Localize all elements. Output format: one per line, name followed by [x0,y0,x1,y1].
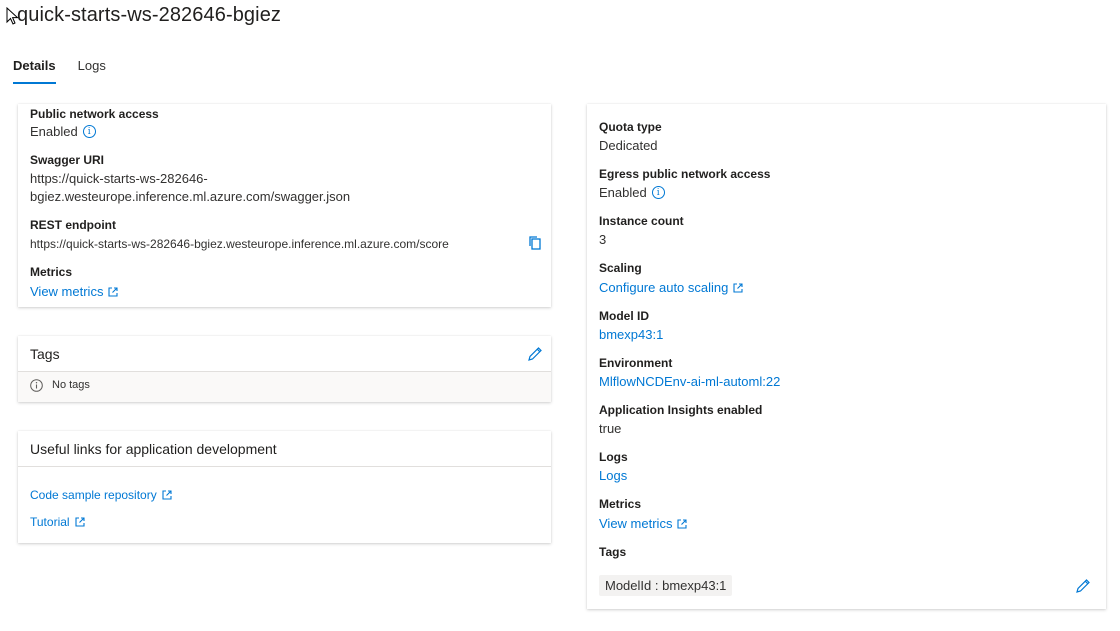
model-id-label: Model ID [599,309,649,323]
egress-value: Enabled i [599,185,665,200]
logs-link[interactable]: Logs [599,468,627,483]
edit-tags-icon[interactable] [1075,578,1091,594]
tutorial-link[interactable]: Tutorial [30,515,85,529]
external-link-icon [108,286,119,297]
public-network-access-text: Enabled [30,124,78,139]
info-icon[interactable]: i [651,186,665,200]
tab-logs[interactable]: Logs [78,58,106,84]
external-link-icon [733,282,743,293]
rest-endpoint-value: https://quick-starts-ws-282646-bgiez.wes… [30,237,449,251]
swagger-uri-line-2: bgiez.westeurope.inference.ml.azure.com/… [30,189,351,204]
view-metrics-text: View metrics [599,516,673,531]
public-network-access-value: Enabled i [30,124,96,139]
model-id-link[interactable]: bmexp43:1 [599,327,663,342]
tab-bar: Details Logs [13,58,106,84]
no-tags-row [18,372,551,402]
metrics-label: Metrics [30,265,73,279]
logs-label: Logs [599,450,628,464]
no-tags-text: No tags [52,379,90,391]
external-link-icon [75,517,85,527]
rest-endpoint-label: REST endpoint [30,218,116,232]
view-metrics-link[interactable]: View metrics [30,284,119,299]
environment-label: Environment [599,356,673,370]
swagger-uri-label: Swagger URI [30,153,105,167]
external-link-icon [162,490,172,500]
configure-auto-scaling-link[interactable]: Configure auto scaling [599,280,743,295]
view-metrics-link[interactable]: View metrics [599,516,688,531]
code-sample-repository-link[interactable]: Code sample repository [30,488,172,502]
copy-icon[interactable] [528,235,542,251]
instance-count-value: 3 [599,232,607,247]
tab-details[interactable]: Details [13,58,56,84]
quota-type-value: Dedicated [599,138,658,153]
instance-count-label: Instance count [599,214,684,228]
endpoint-details-card: Public network access Enabled i Swagger U… [18,104,551,307]
tags-card: Tags No tags [18,336,551,402]
external-link-icon [677,518,688,529]
code-sample-repository-text: Code sample repository [30,488,157,502]
useful-links-title: Useful links for application development [30,441,277,457]
info-icon [30,379,43,392]
tags-label: Tags [599,545,627,559]
useful-links-divider [18,466,551,467]
configure-auto-scaling-text: Configure auto scaling [599,280,729,295]
egress-text: Enabled [599,185,647,200]
tag-pill: ModelId : bmexp43:1 [599,575,733,596]
view-metrics-text: View metrics [30,284,104,299]
public-network-access-label: Public network access [30,107,159,121]
useful-links-card: Useful links for application development… [18,431,551,543]
page-title: quick-starts-ws-282646-bgiez [17,4,282,26]
tutorial-text: Tutorial [30,515,70,529]
egress-label: Egress public network access [599,167,771,181]
tags-card-title: Tags [30,346,60,362]
swagger-uri-line-1: https://quick-starts-ws-282646- [30,171,208,186]
environment-link[interactable]: MlflowNCDEnv-ai-ml-automl:22 [599,374,780,389]
edit-tags-icon[interactable] [527,346,543,362]
metrics-label: Metrics [599,497,642,511]
scaling-label: Scaling [599,261,642,275]
quota-type-label: Quota type [599,120,662,134]
deployment-details-card: Quota type Dedicated Egress public netwo… [587,104,1106,609]
app-insights-value: true [599,421,622,436]
app-insights-label: Application Insights enabled [599,403,763,417]
info-icon[interactable]: i [82,125,96,139]
